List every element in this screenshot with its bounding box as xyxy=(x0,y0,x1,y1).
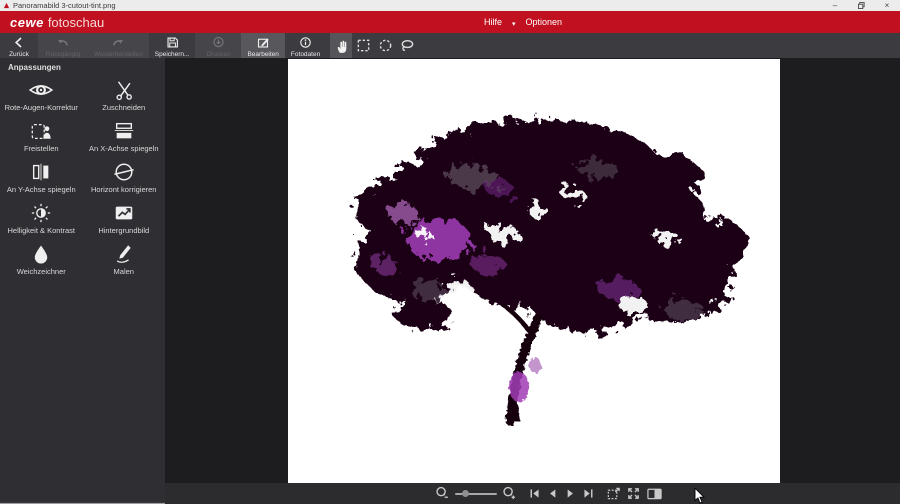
tool-weichzeichner[interactable]: Weichzeichner xyxy=(0,240,83,281)
lasso-select-tool[interactable] xyxy=(396,33,418,58)
undo-button: Rückgängig xyxy=(38,33,88,58)
next-icon xyxy=(564,487,577,500)
sidebar-anpassungen: Anpassungen Rote-Augen-Korrektur Zuschne… xyxy=(0,58,165,504)
redo-button: Wiederherstellen xyxy=(88,33,149,58)
cutout-icon xyxy=(29,120,53,142)
sidebar-section-title: Anpassungen xyxy=(0,58,165,72)
last-icon xyxy=(582,487,595,500)
hand-tool[interactable] xyxy=(330,33,352,58)
brand-script: cewe xyxy=(10,15,44,30)
chevron-down-icon[interactable]: ▾ xyxy=(512,20,516,28)
rectangle-select-tool[interactable] xyxy=(352,33,374,58)
restore-icon xyxy=(858,2,865,9)
zoom-in-icon xyxy=(502,486,517,501)
tree-image xyxy=(288,59,780,483)
save-floppy-icon xyxy=(165,36,180,49)
tool-zuschneiden[interactable]: Zuschneiden xyxy=(83,76,166,117)
menu-hilfe[interactable]: Hilfe xyxy=(480,15,506,29)
tool-y-achse-spiegeln[interactable]: An Y-Achse spiegeln xyxy=(0,158,83,199)
ellipse-select-icon xyxy=(378,38,393,53)
tool-freistellen[interactable]: Freistellen xyxy=(0,117,83,158)
scissors-icon xyxy=(113,79,135,101)
fullscreen-icon xyxy=(626,486,641,501)
eye-icon xyxy=(28,79,54,101)
window-title: Panoramabild 3-cutout-tint.png xyxy=(13,1,822,10)
app-window: Panoramabild 3-cutout-tint.png – × cewe … xyxy=(0,0,900,504)
statusbar xyxy=(165,483,900,504)
next-image-button[interactable] xyxy=(564,487,577,500)
titlebar: Panoramabild 3-cutout-tint.png – × xyxy=(0,0,900,11)
blur-drop-icon xyxy=(29,243,53,265)
flip-x-icon xyxy=(112,120,136,142)
background-image-icon xyxy=(112,202,136,224)
tool-horizont-korrigieren[interactable]: Horizont korrigieren xyxy=(83,158,166,199)
edit-button[interactable]: Bearbeiten xyxy=(241,33,284,58)
tool-x-achse-spiegeln[interactable]: An X-Achse spiegeln xyxy=(83,117,166,158)
tool-malen[interactable]: Malen xyxy=(83,240,166,281)
zoom-slider[interactable] xyxy=(455,483,497,504)
paint-pen-icon xyxy=(112,243,136,265)
tool-helligkeit-kontrast[interactable]: Helligkeit & Kontrast xyxy=(0,199,83,240)
tool-hintergrundbild[interactable]: Hintergrundbild xyxy=(83,199,166,240)
original-size-icon xyxy=(606,486,621,501)
maximize-button[interactable] xyxy=(848,0,874,11)
photo-canvas[interactable] xyxy=(288,59,780,483)
back-chevron-icon xyxy=(11,36,27,49)
fullscreen-button[interactable] xyxy=(626,486,641,501)
undo-arrow-icon xyxy=(55,36,71,49)
back-button[interactable]: Zurück xyxy=(0,33,38,58)
app-icon xyxy=(3,2,10,9)
brand-name: fotoschau xyxy=(48,15,104,30)
zoom-in-button[interactable] xyxy=(502,486,517,501)
rectangle-select-icon xyxy=(356,38,371,53)
menu-optionen[interactable]: Optionen xyxy=(522,15,567,29)
last-image-button[interactable] xyxy=(582,487,595,500)
main-toolbar: Zurück Rückgängig Wiederherstellen Speic… xyxy=(0,33,900,58)
close-button[interactable]: × xyxy=(874,0,900,11)
redo-arrow-icon xyxy=(110,36,126,49)
first-icon xyxy=(528,487,541,500)
app-header: cewe fotoschau Hilfe ▾ Optionen xyxy=(0,11,900,33)
previous-icon xyxy=(546,487,559,500)
zoom-out-button[interactable] xyxy=(435,486,450,501)
lasso-select-icon xyxy=(399,38,415,53)
ellipse-select-tool[interactable] xyxy=(374,33,396,58)
compare-original-button[interactable] xyxy=(646,486,663,501)
horizon-icon xyxy=(112,161,136,183)
first-image-button[interactable] xyxy=(528,487,541,500)
info-circle-icon xyxy=(298,36,313,49)
zoom-out-icon xyxy=(435,486,450,501)
tool-rote-augen-korrektur[interactable]: Rote-Augen-Korrektur xyxy=(0,76,83,117)
hand-icon xyxy=(334,38,349,54)
original-size-button[interactable] xyxy=(606,486,621,501)
workspace xyxy=(165,58,900,483)
zoom-slider-knob[interactable] xyxy=(462,490,469,497)
print-circle-icon xyxy=(211,36,226,49)
print-button: Drucken xyxy=(195,33,241,58)
brightness-contrast-icon xyxy=(29,202,53,224)
photo-data-button[interactable]: Fotodaten xyxy=(285,33,326,58)
compare-original-icon xyxy=(646,486,663,501)
edit-pencil-icon xyxy=(255,36,271,49)
minimize-button[interactable]: – xyxy=(822,0,848,11)
adjustment-tools-grid: Rote-Augen-Korrektur Zuschneiden Freiste… xyxy=(0,76,165,281)
save-button[interactable]: Speichern... xyxy=(149,33,196,58)
brand-logo: cewe fotoschau xyxy=(10,15,104,30)
flip-y-icon xyxy=(29,161,53,183)
previous-image-button[interactable] xyxy=(546,487,559,500)
